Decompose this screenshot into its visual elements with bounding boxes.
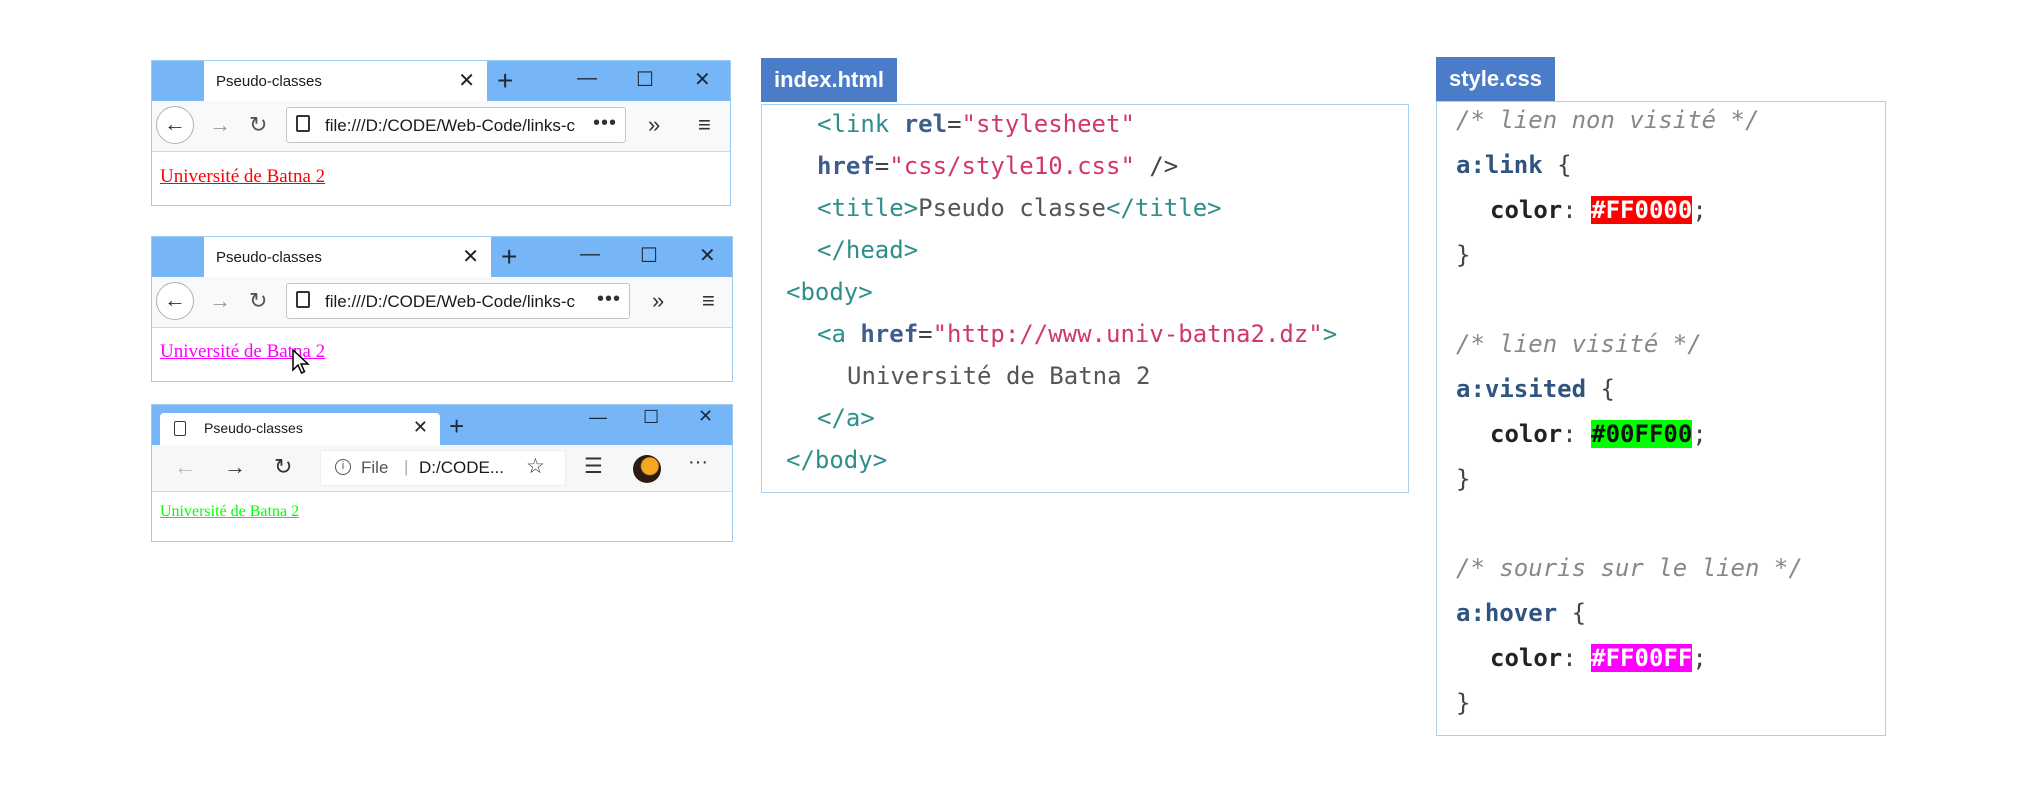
url-text: file:///D:/CODE/Web-Code/links-c [325,292,576,311]
close-window-icon[interactable]: ✕ [694,67,711,92]
url-text: file:///D:/CODE/Web-Code/links-c [325,116,576,135]
url-scheme: File [361,458,389,477]
maximize-icon[interactable]: ☐ [636,67,654,92]
close-tab-icon[interactable]: ✕ [458,68,475,93]
reload-icon[interactable]: ↻ [274,454,292,480]
more-icon[interactable]: ••• [597,288,621,311]
minimize-icon[interactable]: — [577,67,597,90]
forward-icon[interactable]: → [224,454,246,480]
code-line-anchor-text: Université de Batna 2 [847,362,1151,390]
title-bar: Pseudo-classes ✕ + — ☐ ✕ [152,405,732,445]
decl-visited: color: #00FF00; [1490,420,1707,448]
code-line-body-close: </body> [786,446,888,474]
forward-icon[interactable]: → [209,112,231,138]
page-icon [296,115,310,132]
url-bar[interactable]: file:///D:/CODE/Web-Code/links-c ••• [286,283,630,319]
html-panel-title: index.html [761,58,898,102]
back-icon[interactable]: ← [156,106,194,144]
minimize-icon[interactable]: — [580,243,600,266]
university-link[interactable]: Université de Batna 2 [160,166,325,188]
new-tab-icon[interactable]: + [497,65,513,97]
page-icon [174,421,186,436]
color-value-magenta: #FF00FF [1591,644,1693,672]
minimize-icon[interactable]: — [589,407,607,428]
selector-hover: a:hover { [1456,599,1587,627]
tab-title: Pseudo-classes [216,73,322,90]
page-icon [296,291,310,308]
close-tab-icon[interactable]: ✕ [413,417,428,438]
title-bar: Pseudo-classes ✕ + — ☐ ✕ [152,61,730,101]
browser-window-3: Pseudo-classes ✕ + — ☐ ✕ ← → ↻ i File | … [151,404,733,542]
close-window-icon[interactable]: ✕ [698,406,713,427]
menu-icon[interactable]: ≡ [702,288,715,314]
css-panel-title: style.css [1436,57,1555,101]
code-line-link-rel: <link rel="stylesheet" [817,110,1135,138]
reload-icon[interactable]: ↻ [249,288,267,314]
comment-hover: /* souris sur le lien */ [1456,554,1803,582]
brace-close-link: } [1456,241,1471,269]
new-tab-icon[interactable]: + [449,411,464,442]
browser-window-1: Pseudo-classes ✕ + — ☐ ✕ ← → ↻ file:///D… [151,60,731,206]
code-line-anchor-close: </a> [817,404,875,432]
decl-link: color: #FF0000; [1490,196,1707,224]
more-icon[interactable]: ··· [688,451,708,474]
reload-icon[interactable]: ↻ [249,112,267,138]
browser-window-2: Pseudo-classes ✕ + — ☐ ✕ ← → ↻ file:///D… [151,236,733,382]
comment-visited: /* lien visité */ [1456,330,1702,358]
tab-title: Pseudo-classes [216,249,322,266]
overflow-icon[interactable]: » [648,112,660,138]
more-icon[interactable]: ••• [593,112,617,135]
brace-close-visited: } [1456,465,1471,493]
nav-toolbar: ← → ↻ i File | D:/CODE... ☆ ☰ ··· [152,445,732,492]
back-icon[interactable]: ← [174,454,196,480]
tab-title: Pseudo-classes [204,420,303,436]
code-line-anchor-open: <a href="http://www.univ-batna2.dz"> [817,320,1338,348]
url-text: D:/CODE... [419,458,505,477]
maximize-icon[interactable]: ☐ [640,243,658,268]
close-tab-icon[interactable]: ✕ [462,244,479,269]
tab-pseudo-classes[interactable]: Pseudo-classes ✕ [204,237,491,277]
favorite-star-icon[interactable]: ☆ [526,454,545,479]
tab-pseudo-classes[interactable]: Pseudo-classes ✕ [204,61,487,101]
forward-icon[interactable]: → [209,288,231,314]
new-tab-icon[interactable]: + [501,241,517,273]
url-separator: | [404,457,409,476]
color-value-green: #00FF00 [1591,420,1693,448]
close-window-icon[interactable]: ✕ [699,243,716,268]
nav-toolbar: ← → ↻ file:///D:/CODE/Web-Code/links-c •… [152,101,730,152]
comment-link: /* lien non visité */ [1456,106,1760,134]
title-bar: Pseudo-classes ✕ + — ☐ ✕ [152,237,732,277]
tab-pseudo-classes[interactable]: Pseudo-classes ✕ [160,413,440,445]
nav-toolbar: ← → ↻ file:///D:/CODE/Web-Code/links-c •… [152,277,732,328]
info-icon: i [335,459,351,475]
code-line-head-close: </head> [817,236,919,264]
url-bar[interactable]: file:///D:/CODE/Web-Code/links-c ••• [286,107,626,143]
favorites-list-icon[interactable]: ☰ [584,454,603,479]
code-line-href: href="css/style10.css" /> [817,152,1179,180]
brace-close-hover: } [1456,689,1471,717]
color-value-red: #FF0000 [1591,196,1693,224]
university-link[interactable]: Université de Batna 2 [160,503,299,521]
overflow-icon[interactable]: » [652,288,664,314]
selector-link: a:link { [1456,151,1572,179]
menu-icon[interactable]: ≡ [698,112,711,138]
back-icon[interactable]: ← [156,282,194,320]
selector-visited: a:visited { [1456,375,1615,403]
decl-hover: color: #FF00FF; [1490,644,1707,672]
code-line-body-open: <body> [786,278,873,306]
code-line-title: <title>Pseudo classe</title> [817,194,1222,222]
avatar[interactable] [633,455,661,483]
mouse-cursor-icon [292,349,310,375]
maximize-icon[interactable]: ☐ [643,407,659,428]
